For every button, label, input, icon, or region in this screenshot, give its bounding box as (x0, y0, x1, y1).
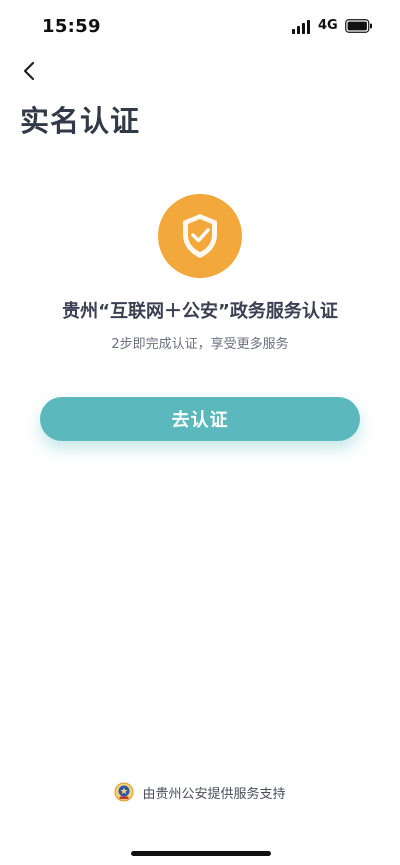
signal-bars-icon (292, 20, 310, 34)
back-button[interactable] (14, 56, 44, 86)
status-time: 15:59 (42, 16, 101, 37)
verify-button[interactable]: 去认证 (40, 397, 360, 441)
shield-check-icon (183, 214, 217, 258)
cert-heading: 贵州“互联网＋公安”政务服务认证 (62, 301, 338, 322)
footer-text: 由贵州公安提供服务支持 (142, 786, 286, 802)
battery-icon (345, 19, 372, 33)
footer: 由贵州公安提供服务支持 (0, 782, 400, 802)
chevron-left-icon (23, 61, 35, 81)
cert-subtitle: 2步即完成认证，享受更多服务 (111, 337, 289, 352)
status-bar: 15:59 4G (0, 0, 400, 52)
home-indicator[interactable] (131, 851, 271, 856)
police-emblem-icon (114, 782, 134, 802)
network-label: 4G (318, 18, 338, 33)
screen: 15:59 4G 实名认证 贵州“互联网＋公安”政务服务认证 2步即完成认证，享… (0, 0, 400, 865)
shield-badge (158, 194, 242, 278)
page-title: 实名认证 (20, 104, 141, 138)
